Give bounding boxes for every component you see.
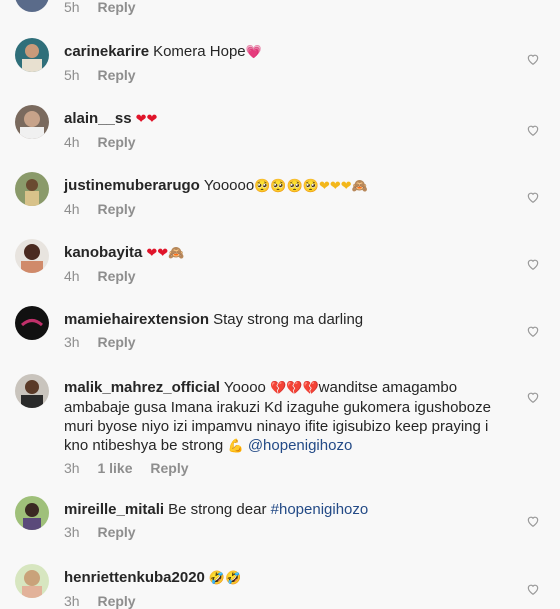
comment-meta: 5h Reply	[64, 67, 504, 83]
broken-heart-emoji: 💔💔💔	[270, 381, 319, 396]
comment-text: Be strong dear	[168, 501, 267, 518]
comment-username[interactable]: henriettenkuba2020	[64, 569, 205, 586]
avatar[interactable]	[15, 564, 49, 598]
heart-emoji: ❤❤	[135, 112, 158, 127]
comment-time: 3h	[64, 593, 80, 609]
heart-outline-icon[interactable]	[526, 324, 540, 338]
hashtag-link[interactable]: #hopenigihozo	[271, 501, 369, 518]
comment-time: 4h	[64, 201, 80, 217]
comment-time: 5h	[64, 0, 80, 15]
heart-outline-icon[interactable]	[526, 514, 540, 528]
comment-username[interactable]: mamiehairextension	[64, 311, 209, 328]
avatar[interactable]	[15, 496, 49, 530]
comment-meta: 3h Reply	[64, 334, 504, 350]
heart-outline-icon[interactable]	[526, 52, 540, 66]
comment-username[interactable]: alain__ss	[64, 110, 132, 127]
likes-count[interactable]: 1 like	[97, 460, 132, 476]
avatar[interactable]	[15, 172, 49, 206]
comment-username[interactable]: malik_mahrez_official	[64, 379, 220, 396]
avatar[interactable]	[15, 0, 49, 12]
comment-time: 3h	[64, 524, 80, 540]
comment-time: 4h	[64, 134, 80, 150]
reply-button[interactable]: Reply	[97, 67, 135, 83]
reply-button[interactable]: Reply	[97, 134, 135, 150]
comment-meta: 5h Reply	[64, 0, 136, 15]
reply-button[interactable]: Reply	[97, 201, 135, 217]
heart-outline-icon[interactable]	[526, 257, 540, 271]
comment-time: 5h	[64, 67, 80, 83]
reply-button[interactable]: Reply	[97, 524, 135, 540]
avatar[interactable]	[15, 105, 49, 139]
comment-username[interactable]: kanobayita	[64, 244, 142, 261]
heart-outline-icon[interactable]	[526, 190, 540, 204]
comment-meta: 3h 1 like Reply	[64, 460, 504, 476]
comment-text: Yoooo	[223, 379, 266, 396]
comment-meta: 3h Reply	[64, 524, 504, 540]
comment-meta: 4h Reply	[64, 268, 504, 284]
comment-username[interactable]: mireille_mitali	[64, 501, 164, 518]
comment-username[interactable]: justinemuberarugo	[64, 177, 200, 194]
reply-button[interactable]: Reply	[97, 0, 135, 15]
comment-time: 4h	[64, 268, 80, 284]
heart-outline-icon[interactable]	[526, 390, 540, 404]
avatar[interactable]	[15, 306, 49, 340]
reply-button[interactable]: Reply	[97, 593, 135, 609]
mention-link[interactable]: @hopenigihozo	[248, 437, 352, 454]
comment-username[interactable]: carinekarire	[64, 43, 149, 60]
avatar[interactable]	[15, 239, 49, 273]
flexed-arm-emoji: 💪	[227, 439, 244, 454]
emoji: 🥺🥺🥺🥺❤❤❤🙈	[254, 179, 368, 194]
reply-button[interactable]: Reply	[97, 334, 135, 350]
emoji: ❤❤🙈	[146, 246, 185, 261]
avatar[interactable]	[15, 38, 49, 72]
heart-emoji: 💗	[245, 45, 262, 60]
heart-outline-icon[interactable]	[526, 123, 540, 137]
comment-text: Stay strong ma darling	[213, 311, 364, 328]
avatar[interactable]	[15, 374, 49, 408]
comment-time: 3h	[64, 460, 80, 476]
comment-meta: 3h Reply	[64, 593, 504, 609]
comment-meta: 4h Reply	[64, 134, 504, 150]
reply-button[interactable]: Reply	[97, 268, 135, 284]
reply-button[interactable]: Reply	[150, 460, 188, 476]
emoji: 🤣🤣	[208, 571, 242, 586]
heart-outline-icon[interactable]	[526, 582, 540, 596]
comment-text: Yooooo	[203, 177, 255, 194]
comment-text: Komera Hope	[153, 43, 246, 60]
comment-meta: 4h Reply	[64, 201, 504, 217]
comment-time: 3h	[64, 334, 80, 350]
